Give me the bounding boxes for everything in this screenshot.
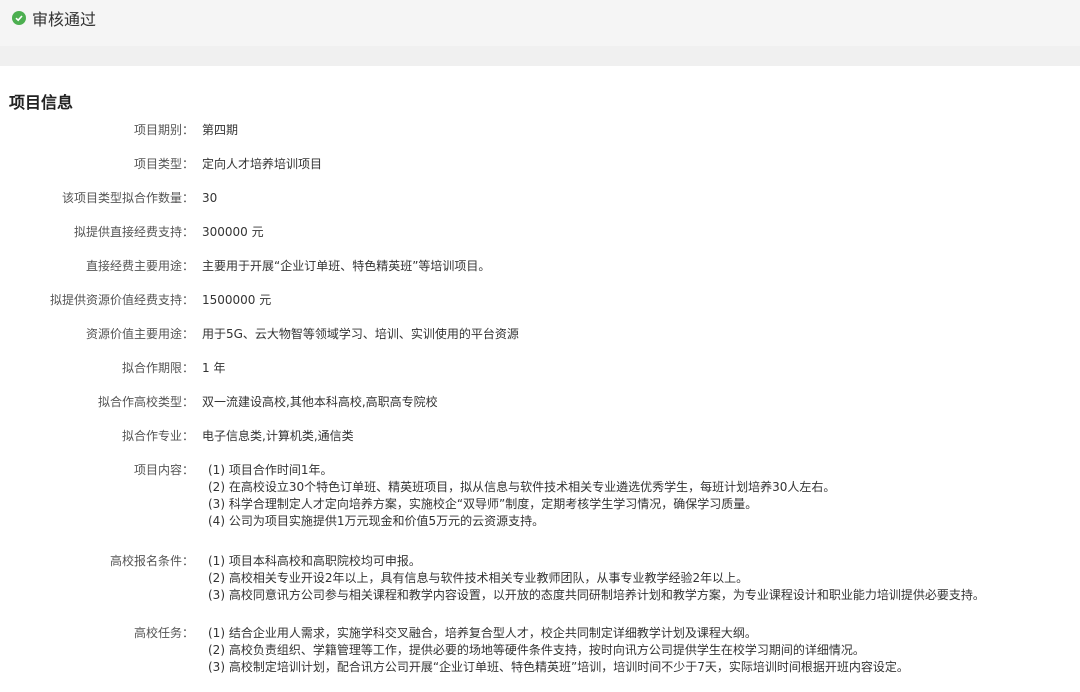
- status-bar: 审核通过: [0, 0, 1080, 46]
- requirement-line: (1) 项目本科高校和高职院校均可申报。: [208, 554, 421, 568]
- field-label: 项目内容：: [133, 463, 194, 477]
- field-value: 用于5G、云大物智等领域学习、培训、实训使用的平台资源: [202, 327, 519, 341]
- field-label: 拟合作期限：: [121, 361, 194, 375]
- field-label: 拟合作高校类型：: [97, 395, 194, 409]
- field-label: 该项目类型拟合作数量：: [61, 191, 194, 205]
- task-line: (3) 高校制定培训计划，配合讯方公司开展“企业订单班、特色精英班”培训，培训时…: [208, 660, 909, 674]
- field-label: 项目期别：: [133, 123, 194, 137]
- field-label: 拟合作专业：: [121, 429, 194, 443]
- field-value: 30: [202, 191, 218, 205]
- field-label: 高校任务：: [133, 626, 194, 640]
- field-label: 拟提供资源价值经费支持：: [49, 293, 194, 307]
- content-line: (2) 在高校设立30个特色订单班、精英班项目，拟从信息与软件技术相关专业遴选优…: [208, 480, 836, 494]
- task-line: (2) 高校负责组织、学籍管理等工作，提供必要的场地等硬件条件支持，按时向讯方公…: [208, 643, 865, 657]
- field-value: 第四期: [202, 123, 239, 137]
- content-line: (4) 公司为项目实施提供1万元现金和价值5万元的云资源支持。: [208, 514, 545, 528]
- section-title: 项目信息: [9, 93, 74, 112]
- section-divider: [0, 46, 1080, 66]
- field-value: 1500000 元: [202, 293, 272, 307]
- field-value: 定向人才培养培训项目: [202, 157, 323, 171]
- content-lines: (1) 项目合作时间1年。 (2) 在高校设立30个特色订单班、精英班项目，拟从…: [208, 462, 835, 530]
- field-value: 电子信息类,计算机类,通信类: [202, 429, 354, 443]
- project-info-panel: 项目信息 项目期别： 第四期 项目类型： 定向人才培养培训项目 该项目类型拟合作…: [0, 66, 1080, 692]
- field-label: 直接经费主要用途：: [85, 259, 194, 273]
- field-value: 300000 元: [202, 225, 264, 239]
- content-line: (3) 科学合理制定人才定向培养方案，实施校企“双导师”制度，定期考核学生学习情…: [208, 497, 758, 511]
- field-label: 高校报名条件：: [109, 554, 194, 568]
- requirements-lines: (1) 项目本科高校和高职院校均可申报。 (2) 高校相关专业开设2年以上，具有…: [208, 553, 985, 604]
- status-text: 审核通过: [32, 10, 97, 29]
- field-label: 资源价值主要用途：: [85, 327, 194, 341]
- field-value: 主要用于开展“企业订单班、特色精英班”等培训项目。: [202, 259, 491, 273]
- content-line: (1) 项目合作时间1年。: [208, 463, 333, 477]
- tasks-lines: (1) 结合企业用人需求，实施学科交叉融合，培养复合型人才，校企共同制定详细教学…: [208, 625, 909, 676]
- field-label: 项目类型：: [133, 157, 194, 171]
- check-circle-icon: [12, 11, 26, 25]
- field-value: 双一流建设高校,其他本科高校,高职高专院校: [202, 395, 438, 409]
- requirement-line: (3) 高校同意讯方公司参与相关课程和教学内容设置，以开放的态度共同研制培养计划…: [208, 588, 985, 602]
- field-value: 1 年: [202, 361, 226, 375]
- field-label: 拟提供直接经费支持：: [73, 225, 194, 239]
- requirement-line: (2) 高校相关专业开设2年以上，具有信息与软件技术相关专业教师团队，从事专业教…: [208, 571, 749, 585]
- task-line: (1) 结合企业用人需求，实施学科交叉融合，培养复合型人才，校企共同制定详细教学…: [208, 626, 757, 640]
